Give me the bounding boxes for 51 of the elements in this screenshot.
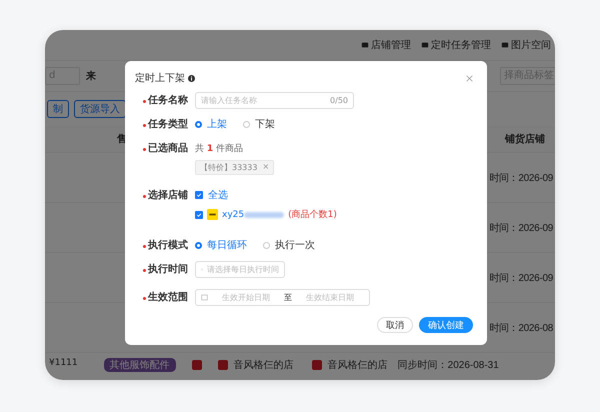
- radio-option[interactable]: 下架: [243, 117, 275, 131]
- nav-link[interactable]: 图片空间: [501, 38, 551, 52]
- sync-time: 时间：2026-09: [489, 272, 553, 284]
- store-name: xy25: [222, 210, 244, 220]
- close-icon[interactable]: [466, 74, 473, 82]
- sync-time: 时间：2026-08: [489, 322, 553, 334]
- nav-icon: [501, 41, 509, 49]
- field-label: 执行模式: [135, 238, 195, 252]
- blurred-text: [244, 212, 284, 218]
- cancel-button[interactable]: 取消: [377, 317, 413, 333]
- product-count: 共 1 件商品: [195, 142, 244, 154]
- select-all-checkbox[interactable]: 全选: [195, 188, 228, 202]
- field-label: 任务名称: [135, 93, 195, 107]
- sync-time: 时间：2026-09: [489, 172, 553, 184]
- filter-label: 来: [86, 70, 96, 83]
- radio-option[interactable]: 每日循环: [195, 238, 247, 252]
- category-tag: 其他服饰配件: [104, 358, 176, 372]
- field-label: 生效范围: [135, 290, 195, 304]
- dialog-title: 定时上下架: [135, 72, 185, 85]
- nav-link[interactable]: 店铺管理: [361, 38, 411, 52]
- date-range-field[interactable]: 生效开始日期 至 生效结束日期: [195, 288, 370, 306]
- store-name: 音风格仨的店: [234, 358, 294, 372]
- toolbar-button[interactable]: 制: [47, 100, 69, 118]
- task-name-field[interactable]: 请输入任务名称 0/50: [195, 92, 354, 108]
- column-header: 铺货店铺: [505, 132, 545, 146]
- product-tag: 【特价】33333 ×: [195, 160, 274, 175]
- nav-icon: [361, 41, 369, 49]
- store-product-count: (商品个数1): [288, 208, 337, 221]
- info-icon: [188, 74, 195, 82]
- confirm-button[interactable]: 确认创建: [419, 317, 473, 333]
- field-label: 已选商品: [135, 141, 195, 155]
- toolbar-button[interactable]: 货源导入: [74, 100, 126, 118]
- calendar-icon: [201, 294, 208, 300]
- store-logo-icon: [207, 209, 218, 220]
- field-label: 选择店铺: [135, 188, 195, 202]
- radio-option[interactable]: 执行一次: [263, 238, 315, 252]
- store-name: 音风格仨的店: [328, 358, 388, 372]
- radio-option[interactable]: 上架: [195, 117, 227, 131]
- shop-logo-icon: [312, 360, 322, 370]
- remove-tag-button[interactable]: ×: [262, 162, 270, 173]
- nav-icon: [421, 41, 429, 49]
- sync-time: 同步时间：2026-08-31: [398, 358, 499, 372]
- shop-logo-icon: [218, 360, 228, 370]
- field-label: 任务类型: [135, 117, 195, 131]
- sync-time: 时间：2026-09: [489, 222, 553, 234]
- price: ¥1111: [49, 358, 78, 368]
- check-icon: [196, 192, 202, 198]
- field-label: 执行时间: [135, 262, 195, 276]
- shop-logo-icon: [192, 360, 202, 370]
- store-checkbox[interactable]: [195, 210, 203, 218]
- nav-link[interactable]: 定时任务管理: [421, 38, 491, 52]
